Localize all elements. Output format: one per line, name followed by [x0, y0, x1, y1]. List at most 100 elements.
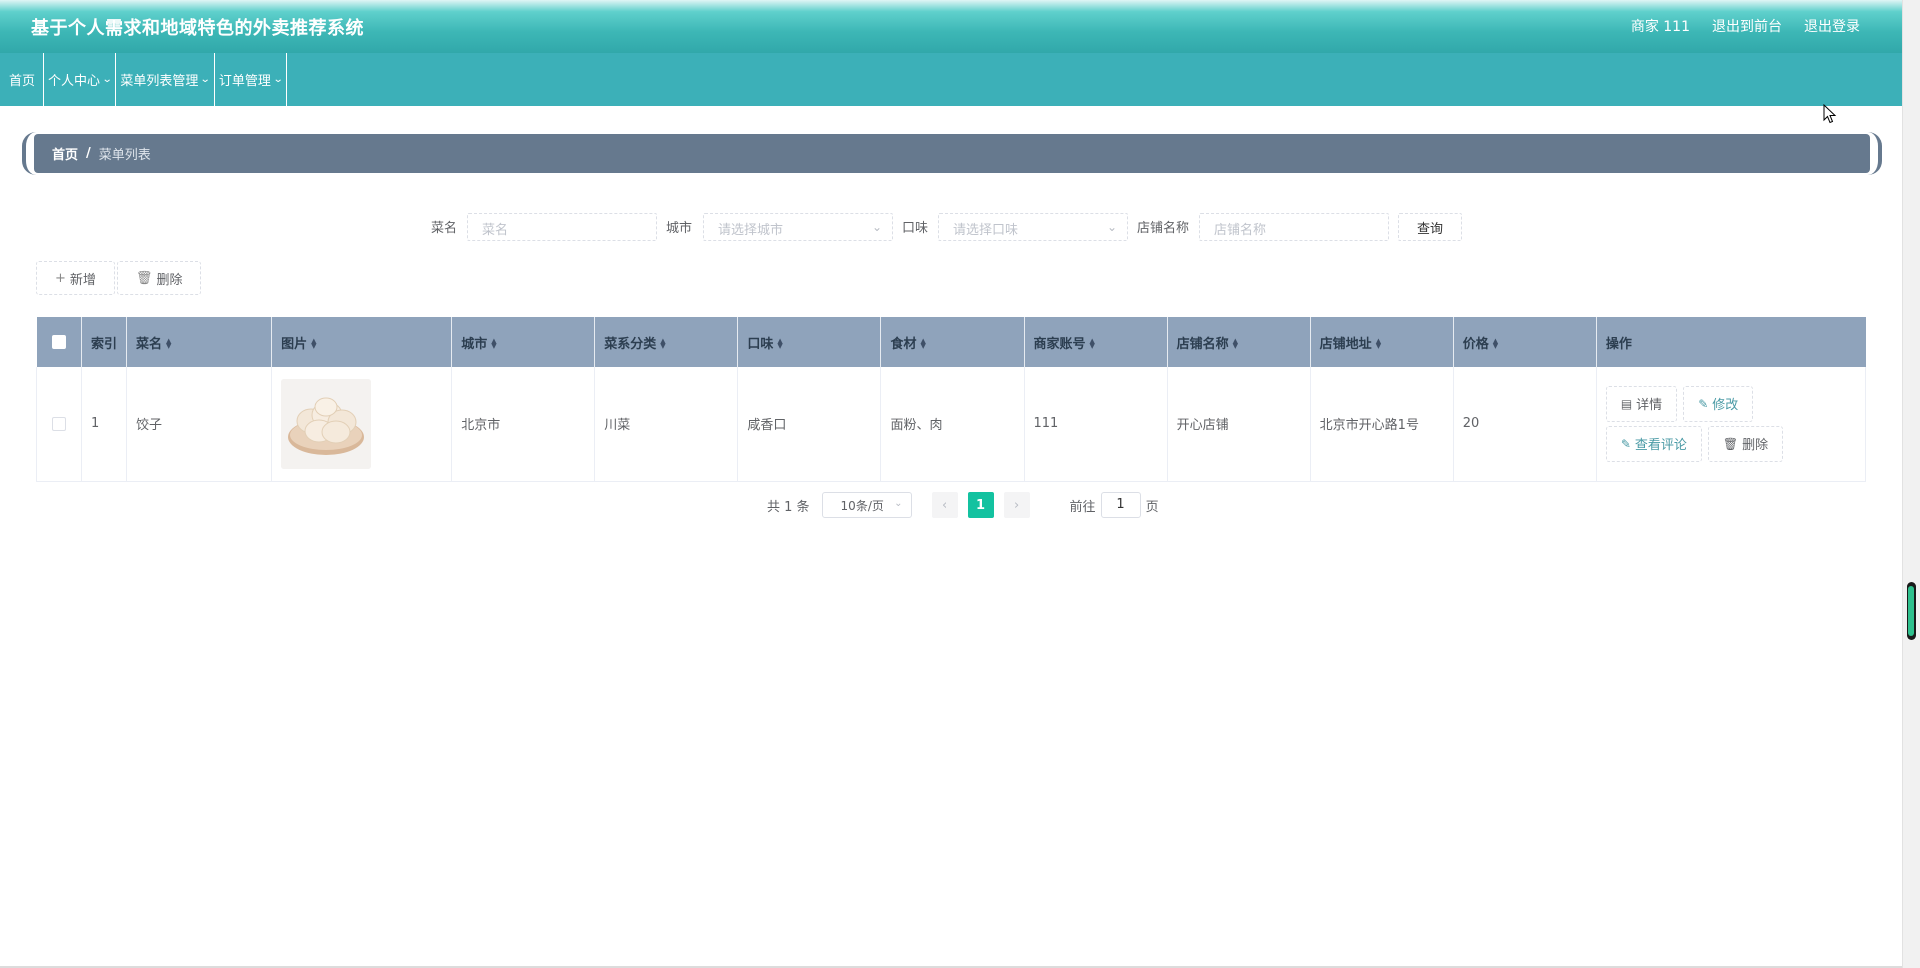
table-header-row: 索引 菜名 ▲ ▼ 图片 ▲ ▼ 城市 ▲ ▼ 菜系分类 ▲ ▼ 口味 ▲ ▼ 食材 ▲ ▼ 商家账号 ▲… [36, 317, 1866, 367]
shop-name-input[interactable]: 店铺名称 [1199, 213, 1389, 241]
breadcrumb-home[interactable]: 首页 [52, 144, 78, 163]
cell-cuisine: 川菜 [594, 367, 739, 481]
goto-page-input[interactable]: 1 [1100, 492, 1141, 518]
menu-table: 索引 菜名 ▲ ▼ 图片 ▲ ▼ 城市 ▲ ▼ 菜系分类 ▲ ▼ 口味 ▲ ▼ 食材 ▲ ▼ 商家账号 ▲… [36, 317, 1866, 482]
column-header-city[interactable]: 城市 ▲ ▼ [451, 317, 596, 367]
chevron-down-icon: ⌄ [894, 498, 903, 509]
cell-city: 北京市 [451, 367, 596, 481]
exit-to-front-link[interactable]: 退出到前台 [1712, 16, 1782, 36]
batch-delete-button-label: 删除 [156, 272, 183, 288]
chevron-down-icon: ⌄ [1106, 220, 1117, 234]
cell-index: 1 [81, 367, 128, 481]
page-unit-label: 页 [1145, 499, 1159, 515]
column-header-label: 菜名 [136, 336, 163, 352]
page-size-select[interactable]: 10条/页 ⌄ [821, 492, 912, 518]
trash-icon: 🗑 [135, 270, 153, 286]
column-header-image[interactable]: 图片 ▲ ▼ [271, 317, 453, 367]
dish-name-input[interactable]: 菜名 [467, 213, 657, 241]
breadcrumb-container: 首页 / 菜单列表 [22, 132, 1882, 175]
vertical-scrollbar[interactable] [1902, 0, 1920, 968]
column-header-shop[interactable]: 店铺名称 ▲ ▼ [1167, 317, 1311, 367]
nav-item-personal-center[interactable]: 个人中心 ⌄ [44, 53, 117, 106]
chevron-right-icon: › [1013, 497, 1020, 513]
view-comments-button[interactable]: ✎ 查看评论 [1605, 425, 1702, 462]
column-header-label: 菜系分类 [604, 336, 657, 352]
sort-icon[interactable]: ▲ ▼ [311, 338, 316, 350]
city-label: 城市 [666, 221, 693, 236]
column-header-merchant[interactable]: 商家账号 ▲ ▼ [1024, 317, 1168, 367]
sort-icon[interactable]: ▲ ▼ [1493, 338, 1498, 350]
sort-icon[interactable]: ▲ ▼ [166, 338, 171, 350]
taste-label: 口味 [902, 221, 929, 236]
nav-item-label: 订单管理 [218, 74, 271, 89]
cell-image [271, 367, 453, 481]
trash-icon: 🗑 [1722, 436, 1739, 451]
add-button-label: 新增 [69, 272, 96, 288]
column-header-label: 口味 [747, 336, 774, 352]
column-header-label: 店铺地址 [1319, 336, 1372, 352]
column-header-label: 食材 [890, 336, 917, 352]
column-header-taste[interactable]: 口味 ▲ ▼ [737, 317, 882, 367]
column-header-label: 图片 [281, 336, 308, 352]
search-form: 菜名 菜名 城市 请选择城市 ⌄ 口味 请选择口味 ⌄ 店铺名称 店铺名称 查询 [0, 213, 1902, 243]
goto-label: 前往 [1069, 499, 1096, 515]
nav-item-label: 首页 [9, 74, 36, 89]
page-number-1[interactable]: 1 [967, 492, 994, 518]
dish-image[interactable] [281, 378, 372, 469]
pagination: 共 1 条 10条/页 ⌄ ‹ 1 › 前往 1 页 [767, 492, 1159, 518]
edit-button-label: 修改 [1712, 398, 1739, 414]
cell-actions: ▤ 详情 ✎ 修改 ✎ 查看评论 🗑 删除 [1596, 367, 1865, 481]
app-header: 基于个人需求和地域特色的外卖推荐系统 商家 111 退出到前台 退出登录 [0, 0, 1902, 53]
column-header-label: 店铺名称 [1176, 336, 1229, 352]
cell-dish: 饺子 [126, 367, 273, 481]
taste-select-placeholder: 请选择口味 [953, 223, 1019, 238]
prev-page-button[interactable]: ‹ [931, 492, 958, 518]
view-comments-button-label: 查看评论 [1634, 438, 1687, 454]
row-checkbox[interactable] [52, 416, 66, 431]
sort-icon[interactable]: ▲ ▼ [920, 338, 925, 350]
nav-item-label: 菜单列表管理 [120, 74, 199, 89]
detail-button[interactable]: ▤ 详情 [1605, 385, 1678, 422]
sort-icon[interactable]: ▲ ▼ [1090, 338, 1095, 350]
city-select[interactable]: 请选择城市 ⌄ [703, 213, 893, 241]
column-header-ingredients[interactable]: 食材 ▲ ▼ [880, 317, 1025, 367]
document-icon: ▤ [1620, 396, 1633, 411]
detail-button-label: 详情 [1636, 398, 1663, 414]
column-header-label: 商家账号 [1033, 336, 1086, 352]
chevron-down-icon: ⌄ [272, 74, 284, 85]
batch-delete-button[interactable]: 🗑 删除 [116, 261, 202, 295]
column-header-dish[interactable]: 菜名 ▲ ▼ [126, 317, 273, 367]
query-button[interactable]: 查询 [1398, 213, 1462, 241]
app-title: 基于个人需求和地域特色的外卖推荐系统 [31, 18, 364, 39]
taste-select[interactable]: 请选择口味 ⌄ [938, 213, 1128, 241]
sort-icon[interactable]: ▲ ▼ [777, 338, 782, 350]
nav-item-order-management[interactable]: 订单管理 ⌄ [215, 53, 288, 106]
column-header-address[interactable]: 店铺地址 ▲ ▼ [1310, 317, 1454, 367]
pencil-icon: ✎ [1620, 436, 1631, 451]
cell-taste: 咸香口 [737, 367, 882, 481]
row-delete-button[interactable]: 🗑 删除 [1707, 425, 1784, 462]
mouse-cursor-icon [1823, 104, 1837, 124]
row-delete-button-label: 删除 [1742, 438, 1769, 454]
header-user-links: 商家 111 退出到前台 退出登录 [1631, 16, 1860, 36]
next-page-button[interactable]: › [1003, 492, 1030, 518]
shop-name-label: 店铺名称 [1137, 221, 1190, 236]
column-header-label: 索引 [91, 336, 118, 352]
add-button[interactable]: + 新增 [36, 261, 115, 295]
edit-button[interactable]: ✎ 修改 [1683, 385, 1754, 422]
sort-icon[interactable]: ▲ ▼ [1376, 338, 1381, 350]
sort-icon[interactable]: ▲ ▼ [491, 338, 496, 350]
nav-item-menu-list-management[interactable]: 菜单列表管理 ⌄ [116, 53, 215, 106]
main-nav: 首页 个人中心 ⌄ 菜单列表管理 ⌄ 订单管理 ⌄ [0, 53, 1902, 106]
column-header-price[interactable]: 价格 ▲ ▼ [1453, 317, 1597, 367]
column-header-label: 城市 [461, 336, 488, 352]
sort-icon[interactable]: ▲ ▼ [1233, 338, 1238, 350]
sort-icon[interactable]: ▲ ▼ [660, 338, 665, 350]
chevron-down-icon: ⌄ [101, 74, 113, 85]
nav-item-home[interactable]: 首页 [0, 53, 45, 106]
merchant-user-label[interactable]: 商家 111 [1631, 16, 1690, 36]
column-header-cuisine[interactable]: 菜系分类 ▲ ▼ [594, 317, 739, 367]
scrollbar-thumb[interactable] [1907, 582, 1916, 640]
logout-link[interactable]: 退出登录 [1804, 16, 1860, 36]
select-all-checkbox[interactable] [51, 335, 66, 349]
